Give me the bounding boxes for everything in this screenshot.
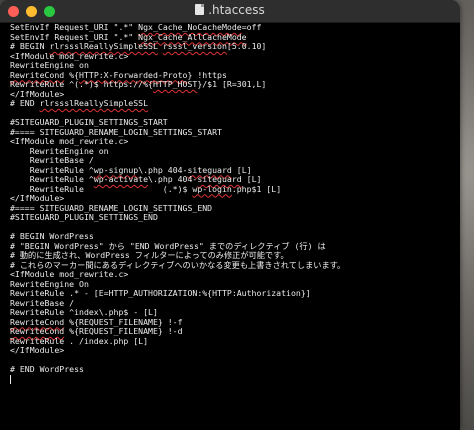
editor-line-text: RewriteCond %{HTTP:X-Forwarded-Proto} !h… xyxy=(10,69,227,80)
editor-line-text: RewriteEngine on xyxy=(10,60,89,70)
editor-line-text: RewriteRule ^wp-signup\.php 404-siteguar… xyxy=(10,164,252,175)
editor-line-text: RewriteRule ^wp-activate\.php 404-sitegu… xyxy=(10,174,262,184)
editor-line-text: <IfModule mod_rewrite.c> xyxy=(10,136,129,146)
editor-line-text: #SITEGUARD_PLUGIN_SETTINGS_START xyxy=(10,117,168,127)
editor-line: # END WordPress xyxy=(10,364,458,375)
editor-line-text: # END rlrssslReallySimpleSSL xyxy=(10,98,149,108)
editor-line-text: RewriteBase / xyxy=(10,297,75,308)
editor-line-text: RewriteRule . /index.php [L] xyxy=(10,335,149,346)
window-title: .htaccess xyxy=(208,3,265,17)
editor-line-text: RewriteEngine On xyxy=(10,278,89,289)
editor-line-text: #==== SITEGUARD_RENAME_LOGIN_SETTINGS_ST… xyxy=(10,126,222,137)
editor-line-text: <IfModule mod_rewrite.c> xyxy=(10,50,129,61)
text-editor-window: .htaccess SetEnvIf Request_URI ".*" Ngx_… xyxy=(0,0,460,430)
editor-line-text: # "BEGIN WordPress" から "END WordPress" ま… xyxy=(10,240,326,251)
editor-line-text: # BEGIN rlrssslReallySimpleSSL rsssl_ver… xyxy=(10,41,267,51)
editor-line: RewriteRule (.*)$ wp-login.php$1 [L] xyxy=(10,183,458,195)
editor-line-text: RewriteRule ^(.*)$ https://%{HTTP_HOST}/… xyxy=(10,79,267,89)
editor-line-text: RewriteCond %{REQUEST_FILENAME} !-d xyxy=(10,326,183,336)
editor-line-text: SetEnvIf Request_URI ".*" Ngx_Cache_AllC… xyxy=(10,31,247,42)
editor-line: #SITEGUARD_PLUGIN_SETTINGS_END xyxy=(10,212,458,223)
editor-line-text: RewriteEngine on xyxy=(10,145,109,156)
editor-line: RewriteRule .* - [E=HTTP_AUTHORIZATION:%… xyxy=(10,288,458,299)
editor-line-text: <IfModule mod_rewrite.c> xyxy=(10,269,129,279)
text-cursor xyxy=(10,374,11,384)
editor-line xyxy=(10,374,458,385)
editor-line-text: RewriteRule .* - [E=HTTP_AUTHORIZATION:%… xyxy=(10,288,311,298)
editor-line-text: </IfModule> xyxy=(10,345,65,355)
editor-line: # END rlrssslReallySimpleSSL xyxy=(10,98,458,109)
title-bar[interactable]: .htaccess xyxy=(0,0,460,23)
editor-line-text: RewriteCond %{REQUEST_FILENAME} !-f xyxy=(10,316,183,327)
editor-line-text: RewriteBase / xyxy=(10,155,94,165)
editor-line-text: # END WordPress xyxy=(10,364,84,374)
text-editor-area[interactable]: SetEnvIf Request_URI ".*" Ngx_Cache_NoCa… xyxy=(10,23,458,427)
editor-line-text: </IfModule> xyxy=(10,193,65,203)
editor-line-text: # これらのマーカー間にあるディレクティブへのいかなる変更も上書きされてしまいま… xyxy=(10,259,346,270)
editor-line-text: # 動的に生成され、WordPress フィルターによってのみ修正が可能です。 xyxy=(10,250,289,260)
document-icon xyxy=(195,4,205,15)
editor-line-text: </IfModule> xyxy=(10,88,65,99)
editor-line-text: RewriteRule ^index\.php$ - [L] xyxy=(10,307,158,317)
editor-line: RewriteRule . /index.php [L] xyxy=(10,335,458,347)
window-title-group: .htaccess xyxy=(0,3,460,17)
editor-line: </IfModule> xyxy=(10,345,458,356)
editor-line-text: RewriteRule (.*)$ wp-login.php$1 [L] xyxy=(10,183,282,194)
editor-line-text: #==== SITEGUARD_RENAME_LOGIN_SETTINGS_EN… xyxy=(10,202,213,213)
editor-line: RewriteRule ^(.*)$ https://%{HTTP_HOST}/… xyxy=(10,79,458,90)
editor-line-text: #SITEGUARD_PLUGIN_SETTINGS_END xyxy=(10,212,158,222)
editor-line-text: # BEGIN WordPress xyxy=(10,231,94,241)
